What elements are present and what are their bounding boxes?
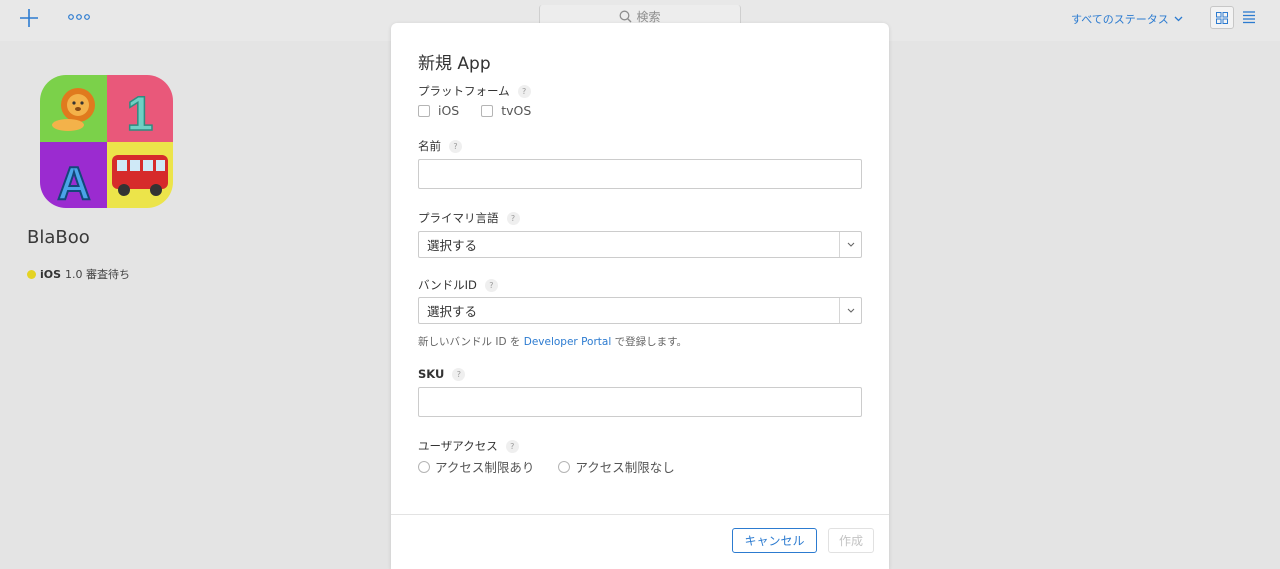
primary-language-label: プライマリ言語 ? <box>418 210 520 226</box>
grid-icon <box>1216 11 1228 24</box>
hint-suffix: で登録します。 <box>614 336 688 348</box>
user-access-options: アクセス制限あり アクセス制限なし <box>418 457 675 476</box>
tvos-label: tvOS <box>501 103 532 118</box>
search-icon <box>620 10 632 23</box>
select-arrow[interactable] <box>839 298 861 323</box>
help-icon[interactable]: ? <box>517 84 531 98</box>
access-restricted-option[interactable]: アクセス制限あり <box>418 457 534 476</box>
help-icon[interactable]: ? <box>506 211 520 225</box>
ios-checkbox[interactable] <box>418 104 430 117</box>
bundle-id-value: 選択する <box>427 304 478 319</box>
developer-portal-link[interactable]: Developer Portal <box>524 336 612 348</box>
bundle-id-select[interactable]: 選択する <box>418 297 862 324</box>
access-restricted-label: アクセス制限あり <box>435 460 535 475</box>
user-access-label: ユーザアクセス ? <box>418 438 519 454</box>
grid-view-button[interactable] <box>1210 6 1234 29</box>
more-options-icon[interactable] <box>68 12 90 22</box>
ios-label: iOS <box>438 103 460 118</box>
bundle-id-label: バンドルID ? <box>418 277 498 293</box>
status-filter-dropdown[interactable]: すべてのステータス <box>1071 11 1183 27</box>
platform-label-text: プラットフォーム <box>418 84 510 98</box>
dialog-footer-divider <box>391 514 889 515</box>
app-name[interactable]: BlaBoo <box>27 227 90 248</box>
name-label: 名前 ? <box>418 138 462 154</box>
cancel-button[interactable]: キャンセル <box>732 528 817 553</box>
primary-language-label-text: プライマリ言語 <box>418 211 499 225</box>
help-icon[interactable]: ? <box>484 278 498 292</box>
status-filter-label: すべてのステータス <box>1071 13 1169 26</box>
sku-label-text: SKU <box>418 367 445 381</box>
list-view-icon[interactable] <box>1242 10 1256 24</box>
user-access-label-text: ユーザアクセス <box>418 439 498 453</box>
select-arrow[interactable] <box>839 232 861 257</box>
help-icon[interactable]: ? <box>505 439 519 453</box>
bundle-id-label-text: バンドルID <box>418 278 477 292</box>
app-icon[interactable]: 1 A <box>40 75 173 208</box>
new-app-dialog: 新規 App プラットフォーム ? iOS tvOS 名前 ? プライマリ言語 … <box>391 23 889 569</box>
tvos-checkbox[interactable] <box>481 104 494 117</box>
dialog-title: 新規 App <box>418 54 491 74</box>
help-icon[interactable]: ? <box>452 367 466 381</box>
create-button[interactable]: 作成 <box>828 528 874 553</box>
chevron-down-icon <box>847 308 854 313</box>
sku-field[interactable] <box>418 387 862 417</box>
help-icon[interactable]: ? <box>449 139 462 153</box>
chevron-down-icon <box>1174 16 1183 22</box>
access-unrestricted-option[interactable]: アクセス制限なし <box>558 457 675 476</box>
add-icon[interactable] <box>18 7 40 29</box>
status-text: 1.0 審査待ち <box>65 268 131 281</box>
app-version-status: iOS 1.0 審査待ち <box>27 266 130 282</box>
status-platform: iOS <box>40 267 62 281</box>
name-label-text: 名前 <box>418 139 441 153</box>
tile-letter: A <box>57 157 90 208</box>
access-unrestricted-label: アクセス制限なし <box>575 460 675 475</box>
access-restricted-radio[interactable] <box>418 460 430 473</box>
name-field[interactable] <box>418 159 862 189</box>
access-unrestricted-radio[interactable] <box>558 460 571 473</box>
bundle-id-hint: 新しいバンドル ID を Developer Portal で登録します。 <box>418 334 687 349</box>
hint-prefix: 新しいバンドル ID を <box>418 336 521 348</box>
platform-options: iOS tvOS <box>418 103 531 118</box>
tile-number: 1 <box>127 88 154 141</box>
platform-tvos-option[interactable]: tvOS <box>481 103 531 118</box>
platform-label: プラットフォーム ? <box>418 83 531 99</box>
platform-ios-option[interactable]: iOS <box>418 103 459 118</box>
sku-label: SKU ? <box>418 367 466 381</box>
primary-language-value: 選択する <box>427 238 478 253</box>
status-dot <box>27 269 36 279</box>
chevron-down-icon <box>847 242 854 247</box>
primary-language-select[interactable]: 選択する <box>418 231 862 258</box>
